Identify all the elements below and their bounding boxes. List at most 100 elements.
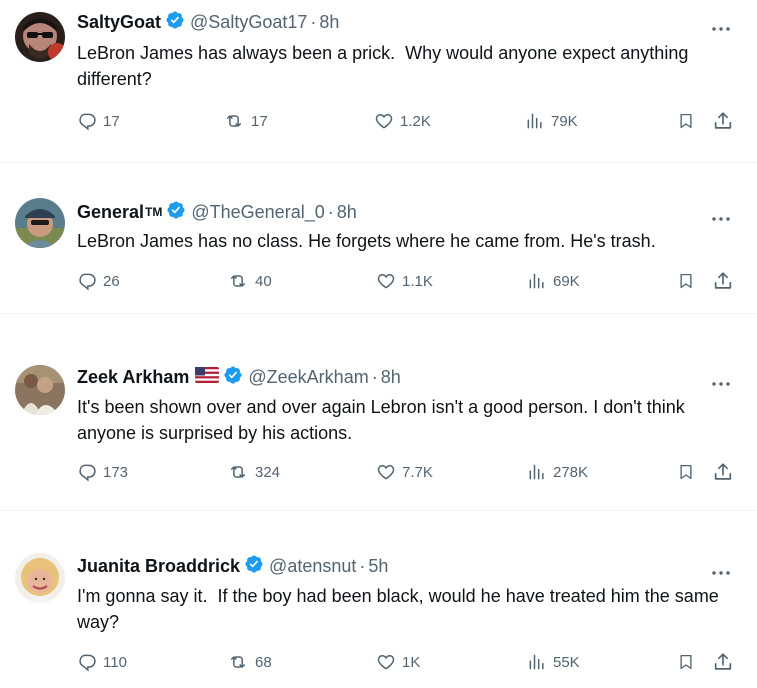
verified-badge-icon (244, 554, 264, 579)
user-handle[interactable]: @SaltyGoat17 (190, 12, 307, 33)
views-button[interactable]: 55K (527, 652, 580, 672)
tweet-header: SaltyGoat @SaltyGoat17 · 8h (77, 10, 339, 34)
reply-button[interactable]: 17 (77, 111, 120, 131)
avatar[interactable] (15, 198, 65, 248)
more-icon[interactable] (711, 209, 731, 223)
verified-badge-icon (165, 10, 185, 35)
like-button[interactable]: 7.7K (376, 462, 433, 482)
reply-icon (79, 273, 96, 291)
repost-icon (231, 656, 245, 668)
views-icon (529, 654, 544, 670)
repost-icon (231, 466, 245, 478)
repost-count: 40 (255, 272, 272, 290)
views-icon (529, 273, 544, 289)
share-icon[interactable] (712, 270, 734, 297)
separator-dot: · (310, 11, 317, 32)
heart-icon (377, 273, 395, 289)
repost-count: 324 (255, 463, 281, 481)
reply-button[interactable]: 26 (77, 271, 120, 291)
avatar[interactable] (15, 12, 65, 62)
heart-icon (377, 464, 395, 480)
views-count: 278K (553, 463, 589, 481)
views-icon (529, 464, 544, 480)
views-count: 55K (553, 653, 580, 671)
bookmark-icon[interactable] (677, 111, 695, 136)
bookmark-icon[interactable] (677, 462, 695, 487)
tweet-divider (0, 162, 757, 163)
verified-badge-icon (166, 200, 186, 225)
like-count: 7.7K (402, 463, 433, 481)
reply-button[interactable]: 173 (77, 462, 128, 482)
tweet[interactable]: SaltyGoat @SaltyGoat17 · 8h LeBron James… (0, 0, 757, 160)
separator-dot: · (327, 201, 334, 222)
like-button[interactable]: 1.2K (374, 111, 431, 131)
share-icon[interactable] (712, 461, 734, 488)
tweet-divider (0, 313, 757, 314)
timestamp[interactable]: 8h (381, 367, 401, 388)
reply-count: 173 (103, 463, 129, 481)
views-button[interactable]: 278K (527, 462, 588, 482)
more-icon[interactable] (711, 563, 731, 577)
like-button[interactable]: 1.1K (376, 271, 433, 291)
user-handle[interactable]: @ZeekArkham (248, 367, 368, 388)
heart-icon (375, 113, 393, 129)
like-count: 1K (402, 653, 421, 671)
display-name[interactable]: General (77, 202, 144, 223)
share-icon[interactable] (712, 651, 734, 678)
display-name[interactable]: Zeek Arkham (77, 367, 189, 388)
user-handle[interactable]: @atensnut (269, 556, 356, 577)
tweet[interactable]: General TM @TheGeneral_0 · 8h LeBron Jam… (0, 188, 757, 313)
reply-button[interactable]: 110 (77, 652, 127, 672)
display-name-suffix: TM (145, 205, 163, 219)
tweet-divider (0, 510, 757, 511)
bookmark-icon[interactable] (677, 271, 695, 296)
avatar[interactable] (15, 365, 65, 415)
tweet-header: Zeek Arkham @ZeekArkham · 8h (77, 365, 401, 389)
tweet-text: LeBron James has no class. He forgets wh… (77, 231, 656, 251)
timestamp[interactable]: 8h (337, 202, 357, 223)
display-name[interactable]: SaltyGoat (77, 12, 161, 33)
tweet-header: General TM @TheGeneral_0 · 8h (77, 200, 357, 224)
us-flag-icon (195, 366, 220, 388)
tweet-header: Juanita Broaddrick @atensnut · 5h (77, 554, 388, 578)
reply-count: 17 (103, 112, 120, 130)
display-name[interactable]: Juanita Broaddrick (77, 556, 240, 577)
user-handle[interactable]: @TheGeneral_0 (191, 202, 324, 223)
reply-icon (79, 464, 96, 482)
repost-count: 17 (251, 112, 268, 130)
repost-icon (231, 275, 245, 287)
reply-icon (79, 654, 96, 672)
views-button[interactable]: 79K (525, 111, 578, 131)
repost-button[interactable]: 68 (227, 652, 272, 672)
tweet-text: LeBron James has always been a prick. Wh… (77, 43, 694, 89)
reply-icon (79, 113, 96, 131)
bookmark-icon[interactable] (677, 652, 695, 677)
repost-button[interactable]: 40 (227, 271, 272, 291)
like-count: 1.2K (400, 112, 431, 130)
repost-icon (227, 115, 241, 127)
views-icon (527, 113, 542, 129)
views-count: 79K (551, 112, 578, 130)
repost-count: 68 (255, 653, 272, 671)
like-button[interactable]: 1K (376, 652, 420, 672)
separator-dot: · (371, 366, 378, 387)
separator-dot: · (359, 555, 366, 576)
reply-count: 26 (103, 272, 120, 290)
timestamp[interactable]: 5h (368, 556, 388, 577)
timestamp[interactable]: 8h (319, 12, 339, 33)
reply-count: 110 (103, 653, 127, 671)
more-icon[interactable] (711, 374, 731, 388)
tweet-text: It's been shown over and over again Lebr… (77, 397, 690, 443)
repost-button[interactable]: 324 (227, 462, 280, 482)
tweet[interactable]: Zeek Arkham @ZeekArkham · 8h It's been s… (0, 352, 757, 507)
share-icon[interactable] (712, 110, 734, 137)
avatar[interactable] (15, 553, 65, 603)
repost-button[interactable]: 17 (223, 111, 268, 131)
tweet[interactable]: Juanita Broaddrick @atensnut · 5h I'm go… (0, 541, 757, 688)
views-button[interactable]: 69K (527, 271, 580, 291)
verified-badge-icon (223, 365, 243, 390)
heart-icon (377, 654, 395, 670)
like-count: 1.1K (402, 272, 433, 290)
more-icon[interactable] (711, 19, 731, 33)
tweet-text: I'm gonna say it. If the boy had been bl… (77, 586, 724, 632)
